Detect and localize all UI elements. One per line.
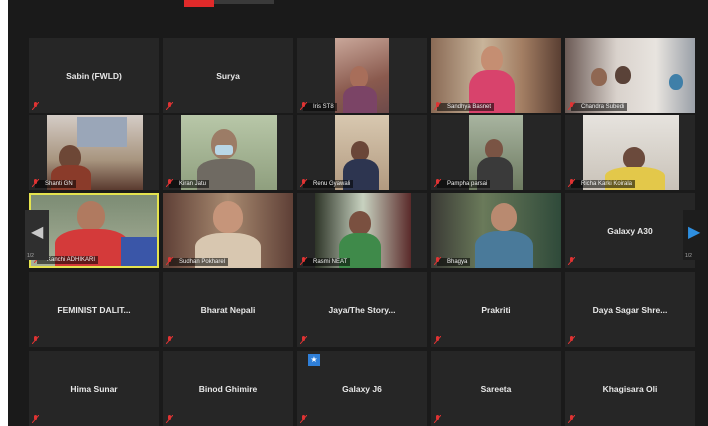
participant-tile[interactable]: Surya bbox=[163, 38, 293, 113]
chevron-right-icon: ▶ bbox=[688, 224, 701, 241]
participant-tile[interactable]: Shanti GN bbox=[29, 115, 159, 190]
mic-muted-icon bbox=[32, 179, 39, 187]
video-feed bbox=[583, 115, 679, 190]
participant-tile[interactable]: Pampha parsai bbox=[431, 115, 561, 190]
participant-tile[interactable]: Hima Sunar bbox=[29, 351, 159, 426]
participant-name: Bhagya bbox=[437, 258, 471, 266]
mic-muted-icon bbox=[166, 336, 173, 344]
video-feed bbox=[163, 193, 293, 268]
mic-muted-icon bbox=[434, 336, 441, 344]
mic-muted-icon bbox=[300, 336, 307, 344]
participant-tile[interactable]: Sudhan Pokharel bbox=[163, 193, 293, 268]
previous-page-button[interactable]: ◀ 1/2 bbox=[25, 210, 49, 260]
participant-name: Prakriti bbox=[481, 304, 511, 315]
participant-name: Surya bbox=[216, 70, 240, 81]
participant-name: Hima Sunar bbox=[70, 383, 118, 394]
video-feed bbox=[181, 115, 277, 190]
host-star-icon: ★ bbox=[308, 354, 320, 366]
participant-name: Sandhya Basnet bbox=[437, 103, 495, 111]
participant-name: Renu Gyawali bbox=[303, 180, 354, 188]
participant-name: Sudhan Pokharel bbox=[169, 258, 229, 266]
participant-tile[interactable]: Iris ST8 bbox=[297, 38, 427, 113]
mic-muted-icon bbox=[166, 102, 173, 110]
participant-tile[interactable]: Khagisara Oli bbox=[565, 351, 695, 426]
video-feed bbox=[335, 115, 389, 190]
mic-muted-icon bbox=[434, 102, 441, 110]
mic-muted-icon bbox=[568, 102, 575, 110]
video-feed bbox=[315, 193, 411, 268]
mic-muted-icon bbox=[166, 257, 173, 265]
mic-muted-icon bbox=[166, 415, 173, 423]
page-indicator: 1/2 bbox=[27, 253, 34, 259]
participant-name: Khagisara Oli bbox=[602, 383, 658, 394]
mic-muted-icon bbox=[300, 102, 307, 110]
video-gallery: Sabin (FWLD) Surya Iris ST8 Sandhya Basn… bbox=[8, 0, 708, 426]
participant-tile[interactable]: Galaxy A30 bbox=[565, 193, 695, 268]
participant-name: Sabin (FWLD) bbox=[66, 70, 122, 81]
recording-indicator bbox=[184, 0, 214, 7]
participant-name: Kiran Jatu bbox=[169, 180, 210, 188]
page-indicator: 1/2 bbox=[685, 253, 692, 259]
mic-muted-icon bbox=[32, 336, 39, 344]
mic-muted-icon bbox=[300, 415, 307, 423]
mic-muted-icon bbox=[434, 179, 441, 187]
mic-muted-icon bbox=[568, 179, 575, 187]
mic-muted-icon bbox=[300, 179, 307, 187]
participant-name: Shanti GN bbox=[35, 180, 76, 188]
mic-muted-icon bbox=[568, 336, 575, 344]
video-feed bbox=[431, 193, 561, 268]
participant-name: Iris ST8 bbox=[303, 103, 337, 111]
participant-tile[interactable]: Bhagya bbox=[431, 193, 561, 268]
participant-tile[interactable]: Sandhya Basnet bbox=[431, 38, 561, 113]
participant-tile[interactable]: Sabin (FWLD) bbox=[29, 38, 159, 113]
video-feed bbox=[335, 38, 389, 113]
mic-muted-icon bbox=[568, 257, 575, 265]
mic-muted-icon bbox=[32, 415, 39, 423]
participant-tile[interactable]: FEMINIST DALIT... bbox=[29, 272, 159, 347]
participant-name: Galaxy J6 bbox=[342, 383, 382, 394]
participant-tile[interactable]: Daya Sagar Shre... bbox=[565, 272, 695, 347]
participant-tile[interactable]: Binod Ghimire bbox=[163, 351, 293, 426]
participant-tile[interactable]: Sareeta bbox=[431, 351, 561, 426]
participant-name: Sareeta bbox=[480, 383, 512, 394]
video-feed bbox=[469, 115, 523, 190]
video-feed bbox=[47, 115, 143, 190]
participant-tile[interactable]: Kiran Jatu bbox=[163, 115, 293, 190]
top-bar bbox=[214, 0, 274, 4]
participant-name: Binod Ghimire bbox=[198, 383, 258, 394]
participant-name: Daya Sagar Shre... bbox=[592, 304, 668, 315]
mic-muted-icon bbox=[568, 415, 575, 423]
participant-tile[interactable]: Jaya/The Story... bbox=[297, 272, 427, 347]
participant-name: FEMINIST DALIT... bbox=[57, 304, 131, 315]
next-page-button[interactable]: ▶ 1/2 bbox=[683, 210, 707, 260]
participant-tile[interactable]: Prakriti bbox=[431, 272, 561, 347]
chevron-left-icon: ◀ bbox=[31, 224, 44, 241]
participant-tile[interactable]: Rasmi NEAT bbox=[297, 193, 427, 268]
participant-name: Richa Karki Koirala bbox=[571, 180, 636, 188]
participant-name: Galaxy A30 bbox=[607, 225, 653, 236]
mic-muted-icon bbox=[434, 257, 441, 265]
mic-muted-icon bbox=[166, 179, 173, 187]
mic-muted-icon bbox=[434, 415, 441, 423]
participant-name: Rasmi NEAT bbox=[303, 258, 351, 266]
participant-name: Bharat Nepali bbox=[200, 304, 256, 315]
participant-tile[interactable]: Renu Gyawali bbox=[297, 115, 427, 190]
participant-tile[interactable]: Richa Karki Koirala bbox=[565, 115, 695, 190]
participant-name: Pampha parsai bbox=[437, 180, 491, 188]
mic-muted-icon bbox=[300, 257, 307, 265]
mic-muted-icon bbox=[32, 102, 39, 110]
participant-name: Chandra Subedi bbox=[571, 103, 628, 111]
video-feed bbox=[565, 38, 695, 113]
participant-tile[interactable]: Bharat Nepali bbox=[163, 272, 293, 347]
video-feed bbox=[431, 38, 561, 113]
participant-tile[interactable]: Chandra Subedi bbox=[565, 38, 695, 113]
participant-name: Jaya/The Story... bbox=[328, 304, 396, 315]
